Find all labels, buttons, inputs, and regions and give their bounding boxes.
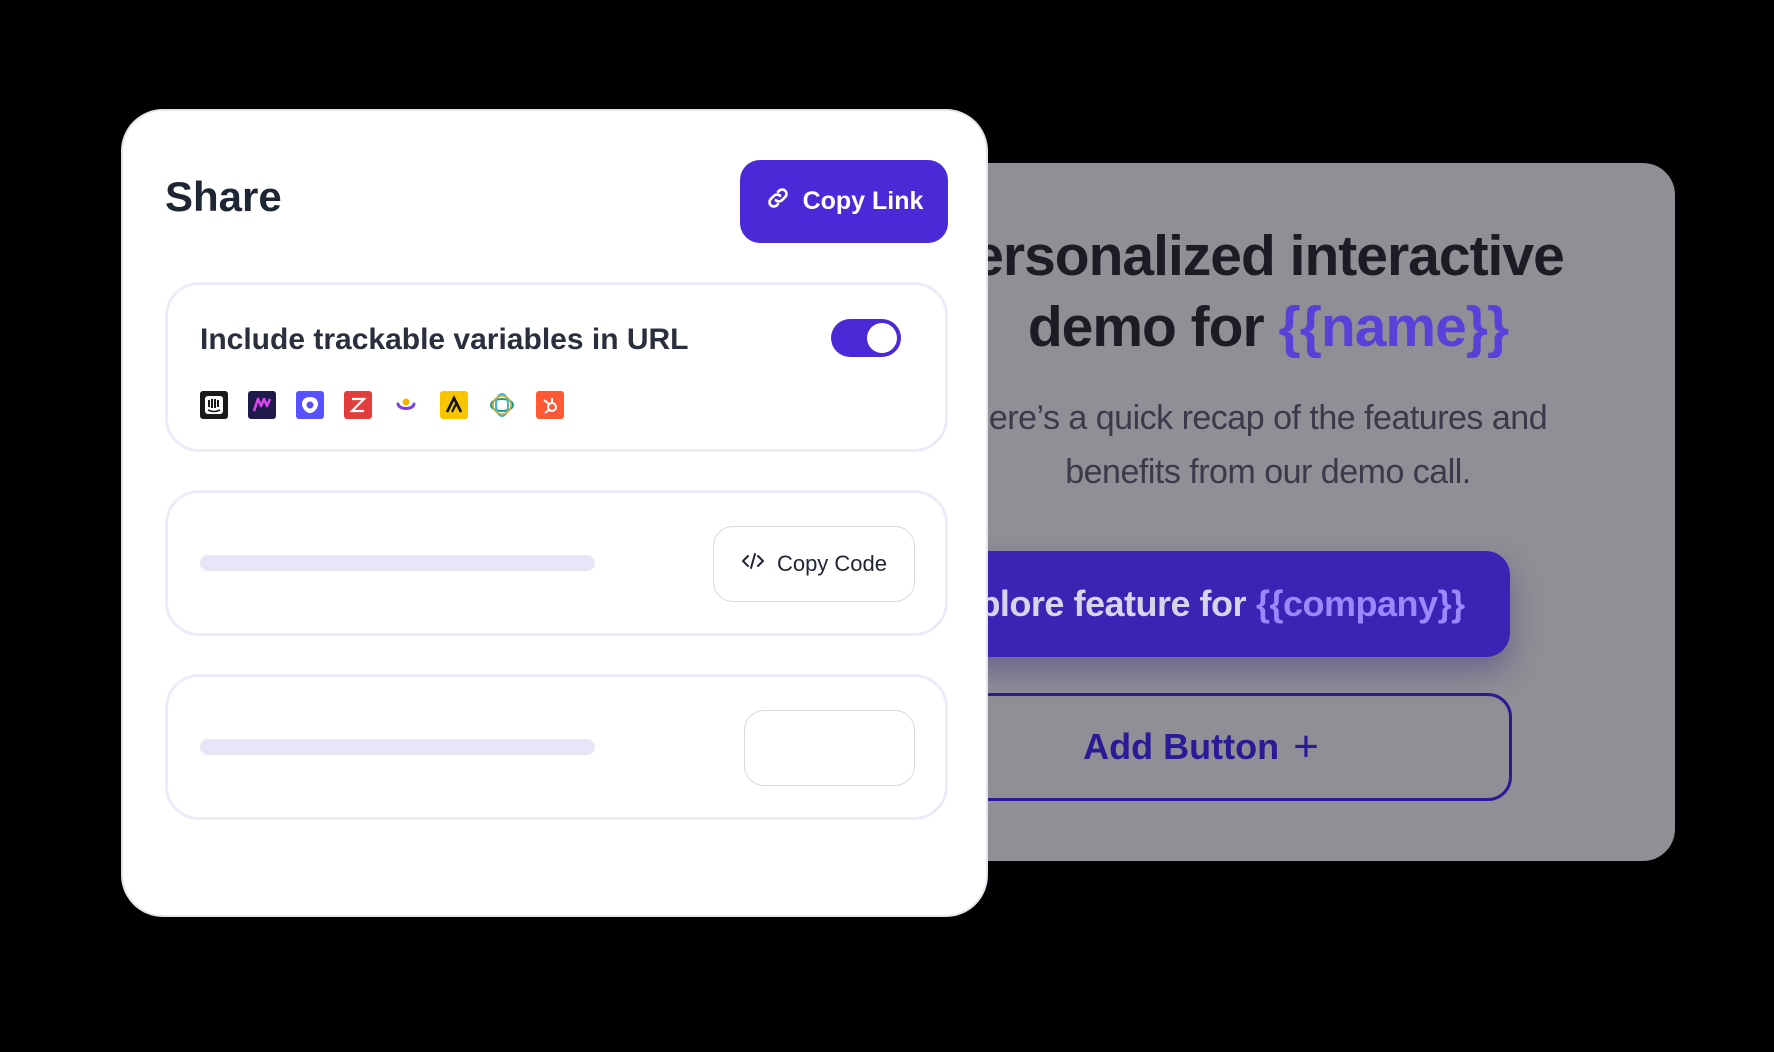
trackable-variables-toggle[interactable]	[831, 319, 901, 357]
embed-code-panel: Copy Code	[165, 490, 948, 636]
demo-title-prefix: demo for	[1027, 295, 1265, 359]
company-variable: {{company}}	[1256, 583, 1465, 624]
marketo-icon	[248, 391, 276, 419]
plus-icon: +	[1293, 722, 1319, 771]
trackable-variables-label: Include trackable variables in URL	[200, 323, 689, 356]
demo-title-line1: ersonalized interactive	[972, 224, 1565, 288]
demo-title: ersonalized interactive demo for {{name}…	[930, 221, 1606, 363]
share-title: Share	[165, 173, 282, 220]
copy-code-label: Copy Code	[776, 551, 888, 576]
share-option-placeholder-bar	[200, 739, 595, 755]
trackable-variables-panel: Include trackable variables in URL	[165, 282, 948, 452]
demo-subtitle-line2: benefits from our demo call.	[1065, 453, 1471, 491]
copy-code-button[interactable]: Copy Code	[713, 526, 915, 602]
zoominfo-icon	[344, 391, 372, 419]
toggle-knob	[867, 323, 897, 353]
outreach-icon	[296, 391, 324, 419]
code-icon	[741, 551, 765, 577]
customerio-icon	[392, 391, 420, 419]
share-panel: Share Copy Link Include trackable variab…	[121, 109, 988, 917]
copy-link-label: Copy Link	[802, 187, 924, 215]
add-button-label: Add Button	[1083, 726, 1280, 767]
hubspot-icon	[536, 391, 564, 419]
salesloft-icon	[488, 391, 516, 419]
embed-code-placeholder-bar	[200, 555, 595, 571]
explore-feature-button[interactable]: Explore feature for {{company}}	[930, 551, 1510, 657]
add-button[interactable]: Add Button +	[930, 693, 1512, 801]
integration-icons	[200, 391, 564, 419]
apollo-icon	[440, 391, 468, 419]
share-option-button[interactable]	[744, 710, 915, 786]
demo-subtitle: ere’s a quick recap of the features and …	[930, 391, 1606, 499]
intercom-icon	[200, 391, 228, 419]
demo-title-line2: demo for {{name}}	[930, 292, 1606, 363]
demo-preview-card: ersonalized interactive demo for {{name}…	[930, 163, 1675, 861]
share-option-panel	[165, 674, 948, 820]
demo-subtitle-line1: ere’s a quick recap of the features and	[988, 399, 1548, 437]
name-variable: {{name}}	[1278, 295, 1510, 359]
link-icon	[765, 185, 791, 218]
copy-link-button[interactable]: Copy Link	[740, 160, 948, 243]
